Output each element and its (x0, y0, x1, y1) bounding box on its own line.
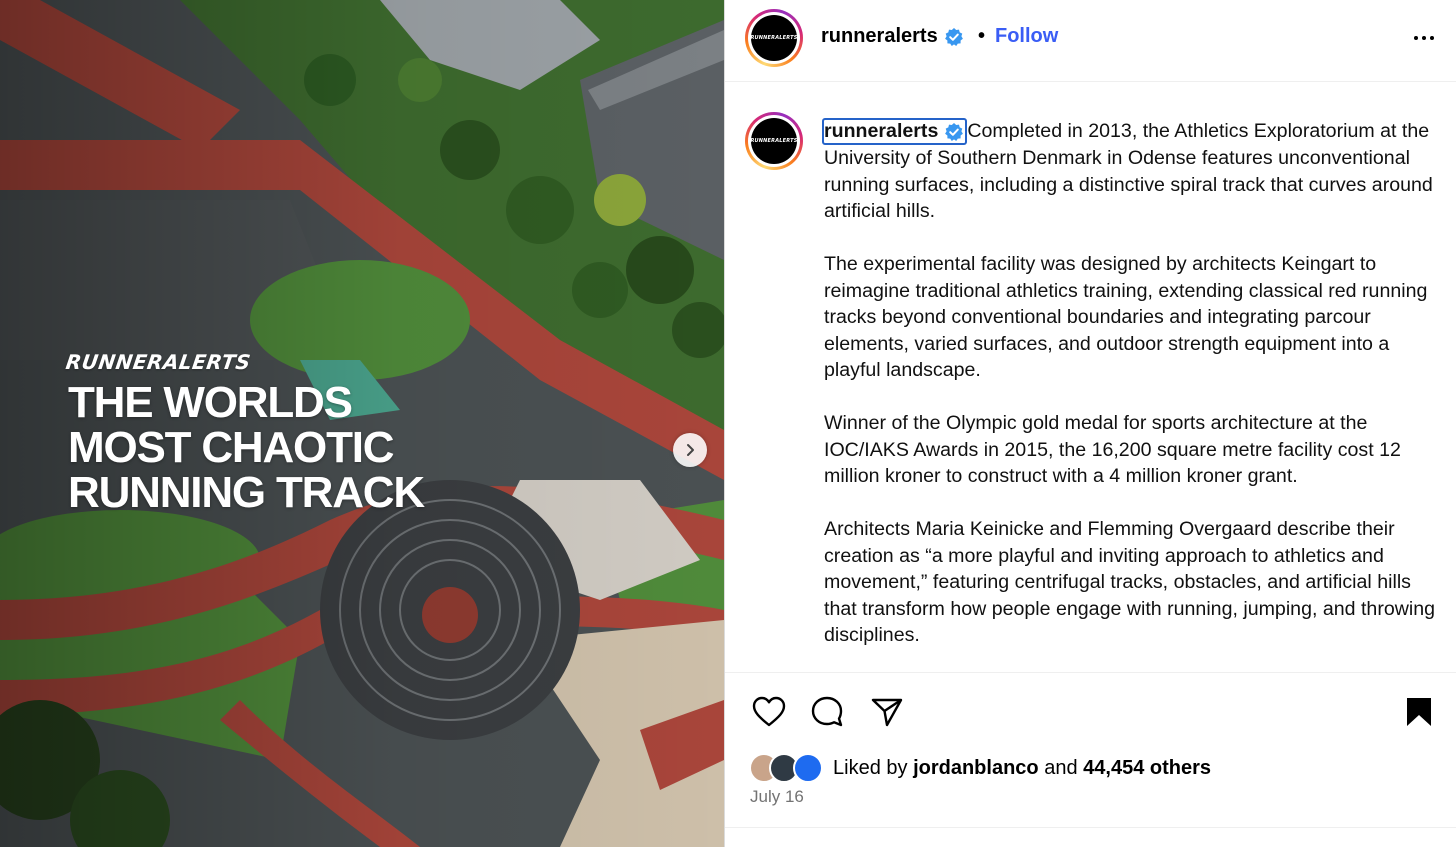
caption-paragraph: Winner of the Olympic gold medal for spo… (824, 412, 1401, 487)
headline-line: THE WORLDS (68, 378, 353, 427)
divider (725, 672, 1456, 673)
caption-paragraph: runneralerts Completed in 2013, the Athle… (822, 118, 1444, 225)
save-button[interactable] (1399, 692, 1439, 732)
chevron-right-icon (687, 444, 694, 456)
comment-icon (811, 696, 843, 727)
username-text: runneralerts (821, 25, 938, 47)
image-overlay-text: RUNNERALERTS THE WORLDS MOST CHAOTIC RUN… (64, 350, 425, 517)
bookmark-icon (1407, 698, 1431, 726)
likes-and: and (1044, 756, 1078, 779)
heart-icon (752, 696, 786, 727)
like-button[interactable] (749, 692, 789, 732)
headline-line: RUNNING TRACK (68, 468, 425, 517)
action-bar (749, 692, 1439, 732)
verified-badge-icon (944, 27, 963, 46)
post-caption: runneralerts Completed in 2013, the Athle… (822, 118, 1444, 675)
caption-username: runneralerts (824, 120, 939, 143)
username-link[interactable]: runneralerts (821, 25, 964, 48)
caption-paragraph: Architects Maria Keinicke and Flemming O… (824, 518, 1436, 646)
post-sidebar: RUNNERALERTS runneralerts • Follow RUNNE… (724, 0, 1456, 847)
post-header: RUNNERALERTS runneralerts • Follow (725, 0, 1456, 82)
send-icon (871, 698, 903, 727)
liker-username[interactable]: jordanblanco (913, 757, 1039, 780)
caption-paragraph: The experimental facility was designed b… (824, 253, 1428, 381)
likes-prefix: Liked by (833, 756, 908, 779)
caption-username-link[interactable]: runneralerts (822, 118, 968, 145)
comment-button[interactable] (807, 692, 847, 732)
post-image[interactable]: RUNNERALERTS THE WORLDS MOST CHAOTIC RUN… (0, 0, 724, 847)
post-date[interactable]: July 16 (750, 787, 804, 807)
separator-dot: • (978, 25, 986, 47)
avatar-logo: RUNNERALERTS (750, 118, 797, 164)
likes-summary: Liked by jordanblanco and 44,454 others (749, 752, 1211, 784)
instagram-post: RUNNERALERTS THE WORLDS MOST CHAOTIC RUN… (0, 0, 1456, 847)
likes-count[interactable]: 44,454 others (1083, 757, 1211, 780)
verified-badge-icon (945, 122, 964, 141)
brand-script-logo: RUNNERALERTS (64, 350, 253, 374)
avatar (793, 753, 823, 783)
image-headline: THE WORLDS MOST CHAOTIC RUNNING TRACK (68, 378, 425, 517)
avatar-logo: RUNNERALERTS (750, 15, 797, 61)
caption-avatar[interactable]: RUNNERALERTS (745, 112, 803, 170)
divider (725, 827, 1456, 828)
profile-avatar[interactable]: RUNNERALERTS (745, 9, 803, 67)
headline-line: MOST CHAOTIC (68, 423, 395, 472)
share-button[interactable] (867, 692, 907, 732)
follow-button[interactable]: Follow (995, 25, 1058, 48)
liker-avatars[interactable] (749, 753, 829, 783)
next-slide-button[interactable] (673, 433, 707, 467)
more-options-icon[interactable] (1409, 26, 1439, 50)
